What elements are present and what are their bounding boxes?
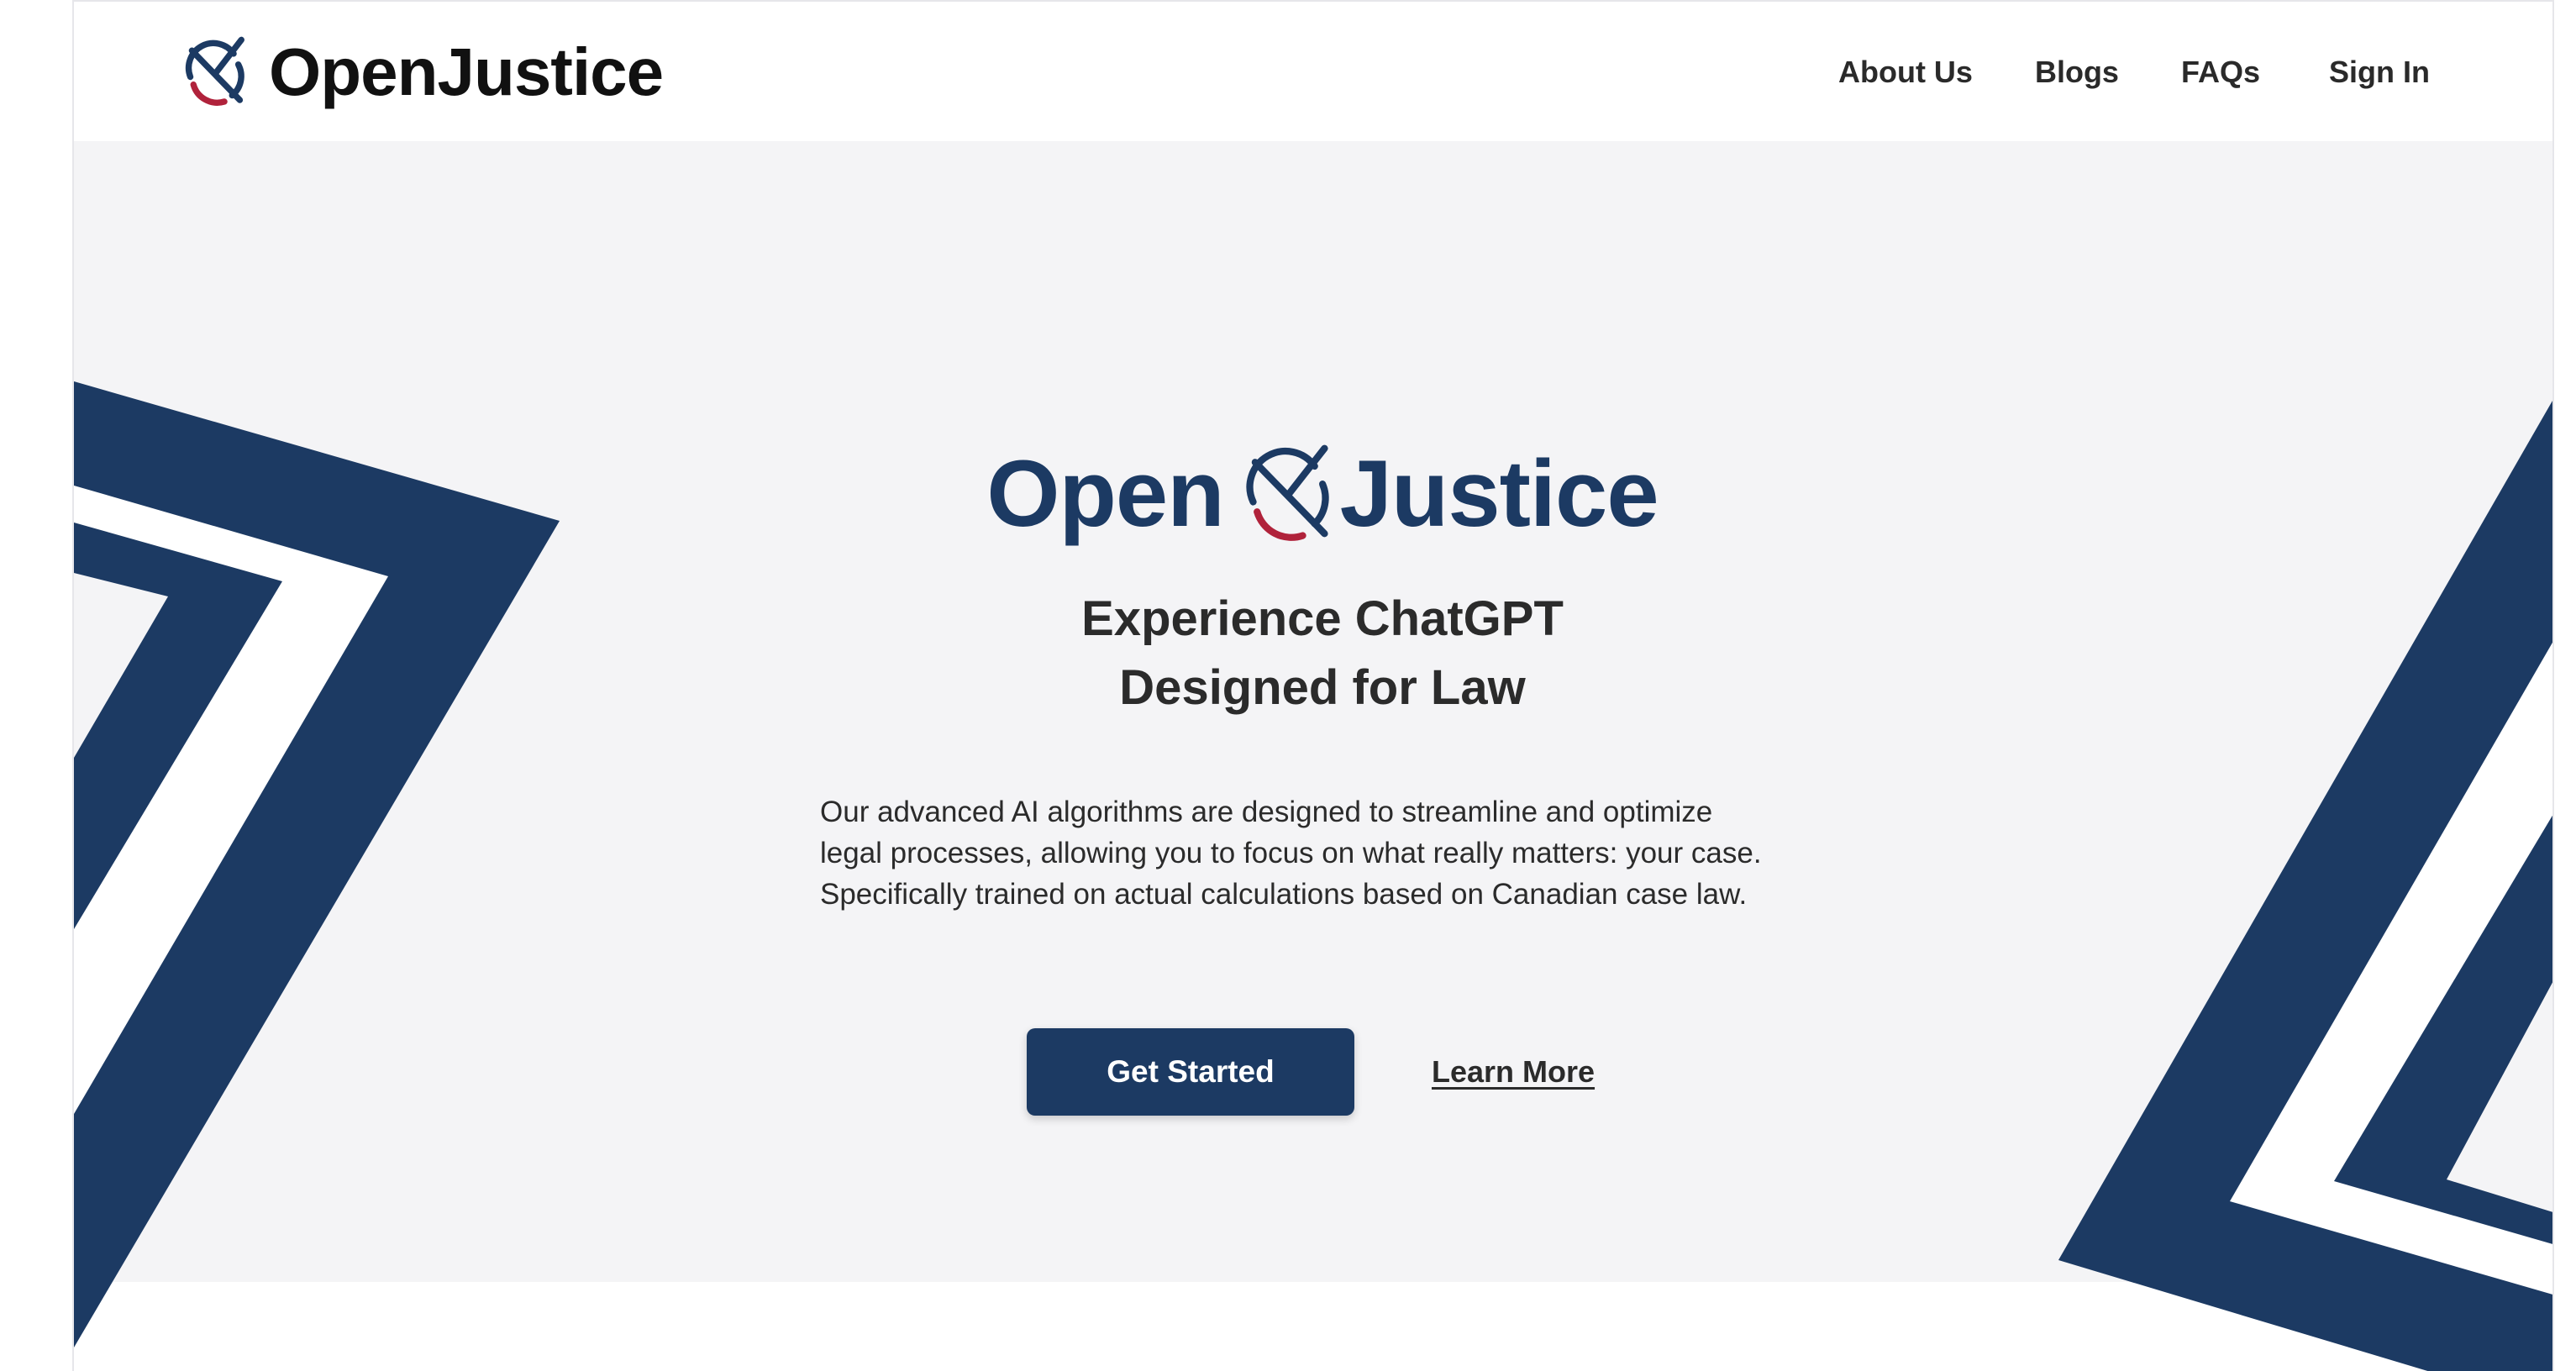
wordmark-open: Open bbox=[986, 441, 1224, 546]
description-line: Our advanced AI algorithms are designed … bbox=[820, 796, 1713, 828]
hero-description: Our advanced AI algorithms are designed … bbox=[820, 791, 1862, 915]
get-started-button[interactable]: Get Started bbox=[1027, 1028, 1354, 1116]
description-line: Specifically trained on actual calculati… bbox=[820, 878, 1748, 911]
hero-wordmark: Open Justice bbox=[986, 435, 1659, 553]
hero-headline: Experience ChatGPT Designed for Law bbox=[818, 585, 1827, 722]
learn-more-link[interactable]: Learn More bbox=[1432, 1053, 1595, 1090]
wordmark-justice: Justice bbox=[1339, 441, 1659, 546]
headline-line: Experience ChatGPT bbox=[1081, 591, 1564, 646]
headline-line: Designed for Law bbox=[1119, 660, 1526, 715]
description-line: legal processes, allowing you to focus o… bbox=[820, 837, 1762, 869]
hero-content: Open Justice Experience ChatGPT Designed… bbox=[74, 2, 2552, 1371]
landing-page: OpenJustice About Us Blogs FAQs Sign In … bbox=[72, 0, 2554, 1371]
openjustice-logo-icon bbox=[1246, 444, 1329, 541]
